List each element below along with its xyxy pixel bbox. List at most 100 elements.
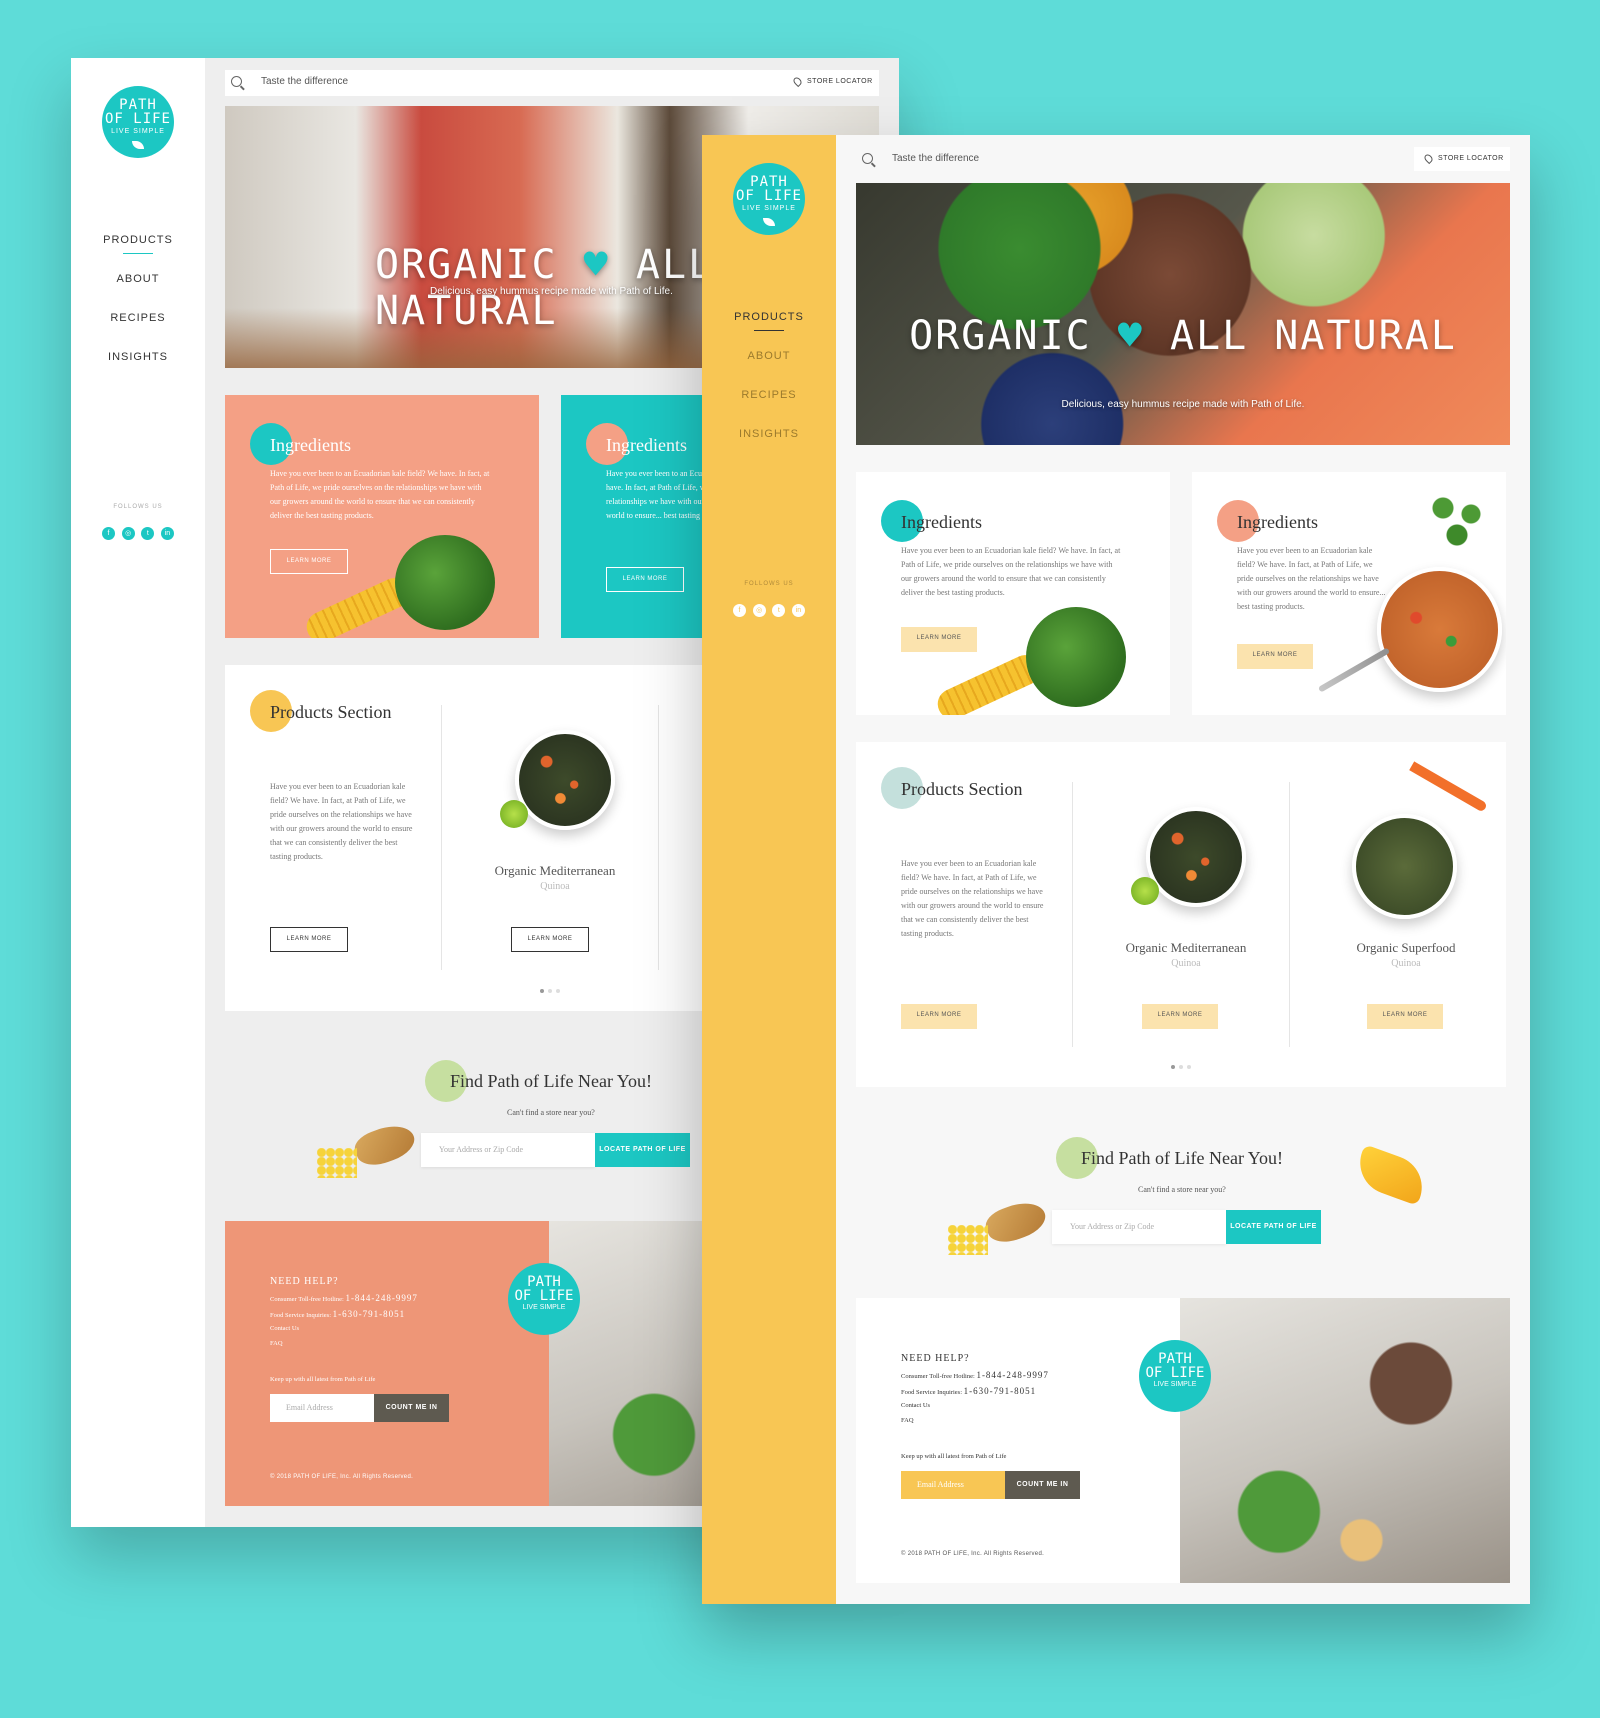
instagram-icon[interactable]: ◎	[121, 527, 135, 540]
learn-more-button[interactable]: LEARN MORE	[270, 549, 348, 574]
consumer-label: Consumer Toll-free Hotline:	[901, 1373, 975, 1380]
products-text: Have you ever been to an Ecuadorian kale…	[901, 859, 1044, 938]
leaf-icon	[132, 141, 144, 149]
footer-logo[interactable]: PATH OF LIFE LIVE SIMPLE	[508, 1263, 580, 1335]
learn-more-button[interactable]: LEARN MORE	[1237, 644, 1313, 669]
consumer-phone: 1-844-248-9997	[345, 1293, 418, 1303]
products-text: Have you ever been to an Ecuadorian kale…	[270, 782, 413, 861]
pagination[interactable]	[540, 989, 560, 993]
learn-more-button[interactable]: LEARN MORE	[1367, 1004, 1443, 1029]
email-input[interactable]: Email Address	[901, 1471, 1005, 1499]
nav-products[interactable]: PRODUCTS	[702, 308, 836, 347]
food-service: Food Service Inquiries: 1-630-791-8051	[270, 1309, 405, 1319]
map-pin-icon	[1422, 152, 1435, 165]
hero-word1: ORGANIC	[375, 242, 558, 288]
learn-more-button[interactable]: LEARN MORE	[1142, 1004, 1218, 1029]
logo-line1: PATH	[750, 174, 788, 190]
search-icon[interactable]	[231, 76, 242, 87]
top-bar: Taste the difference STORE LOCATOR	[856, 147, 1510, 173]
need-help-title: NEED HELP?	[270, 1276, 339, 1287]
twitter-icon[interactable]: t	[141, 527, 155, 540]
map-pin-icon	[791, 75, 804, 88]
search-input[interactable]: Taste the difference	[892, 153, 979, 164]
heart-icon: ♥	[1117, 313, 1144, 359]
store-locator-button[interactable]: STORE LOCATOR	[783, 70, 879, 94]
nav-recipes[interactable]: RECIPES	[702, 386, 836, 425]
logo-line1: PATH	[1158, 1351, 1192, 1367]
ingredients-card: Ingredients Have you ever been to an Ecu…	[225, 395, 539, 638]
pagination[interactable]	[1171, 1065, 1191, 1069]
email-input[interactable]: Email Address	[270, 1394, 374, 1422]
contact-link[interactable]: Contact Us	[270, 1325, 299, 1332]
search-icon[interactable]	[862, 153, 873, 164]
nav-recipes[interactable]: RECIPES	[71, 309, 205, 348]
linkedin-icon[interactable]: in	[791, 604, 805, 617]
contact-link[interactable]: Contact Us	[901, 1402, 930, 1409]
search-input[interactable]: Taste the difference	[261, 76, 348, 87]
nav-insights[interactable]: INSIGHTS	[71, 348, 205, 387]
consumer-hotline: Consumer Toll-free Hotline: 1-844-248-99…	[901, 1370, 1049, 1380]
learn-more-button[interactable]: LEARN MORE	[901, 1004, 977, 1029]
follow-label: FOLLOWS US	[113, 504, 163, 510]
store-locator-button[interactable]: STORE LOCATOR	[1414, 147, 1510, 171]
consumer-phone: 1-844-248-9997	[976, 1370, 1049, 1380]
twitter-icon[interactable]: t	[772, 604, 786, 617]
ingredients-text: Have you ever been to an Ecuadorian kale…	[901, 546, 1121, 597]
count-me-in-button[interactable]: COUNT ME IN	[1005, 1471, 1080, 1499]
find-title: Find Path of Life Near You!	[450, 1071, 652, 1091]
salad-bowl-image	[1377, 567, 1502, 692]
product-subtitle: Quinoa	[1171, 958, 1201, 969]
address-input[interactable]: Your Address or Zip Code	[421, 1133, 595, 1167]
locate-button[interactable]: LOCATE PATH OF LIFE	[1226, 1210, 1321, 1244]
main-nav: PRODUCTS ABOUT RECIPES INSIGHTS	[702, 308, 836, 464]
divider	[1289, 782, 1290, 1047]
corn-kernels-image	[948, 1225, 988, 1255]
nav-about[interactable]: ABOUT	[71, 270, 205, 309]
lime-image	[1131, 877, 1159, 905]
logo[interactable]: PATH OF LIFE LIVE SIMPLE	[733, 163, 805, 235]
learn-more-button[interactable]: LEARN MORE	[511, 927, 589, 952]
logo-line3: LIVE SIMPLE	[742, 205, 796, 212]
nav-insights[interactable]: INSIGHTS	[702, 425, 836, 464]
learn-more-button[interactable]: LEARN MORE	[901, 627, 977, 652]
food-service: Food Service Inquiries: 1-630-791-8051	[901, 1386, 1036, 1396]
product-name: Organic Mediterranean	[1125, 940, 1247, 955]
store-locator-label: STORE LOCATOR	[807, 78, 873, 85]
instagram-icon[interactable]: ◎	[752, 604, 766, 617]
product-subtitle: Quinoa	[540, 881, 570, 892]
product-image	[1352, 814, 1457, 919]
top-bar: Taste the difference STORE LOCATOR	[225, 70, 879, 96]
kale-image	[1026, 607, 1126, 707]
footer-logo[interactable]: PATH OF LIFE LIVE SIMPLE	[1139, 1340, 1211, 1412]
footer: NEED HELP? Consumer Toll-free Hotline: 1…	[856, 1298, 1510, 1583]
faq-link[interactable]: FAQ	[270, 1340, 283, 1347]
facebook-icon[interactable]: f	[102, 527, 115, 540]
main-nav: PRODUCTS ABOUT RECIPES INSIGHTS	[71, 231, 205, 387]
faq-link[interactable]: FAQ	[901, 1417, 914, 1424]
logo-line3: LIVE SIMPLE	[111, 128, 165, 135]
linkedin-icon[interactable]: in	[160, 527, 174, 540]
logo-line2: OF LIFE	[514, 1288, 574, 1304]
logo-line2: OF LIFE	[735, 188, 802, 204]
locate-button[interactable]: LOCATE PATH OF LIFE	[595, 1133, 690, 1167]
front-mockup: PATH OF LIFE LIVE SIMPLE PRODUCTS ABOUT …	[702, 135, 1530, 1604]
find-section: Find Path of Life Near You! Can't find a…	[836, 1125, 1530, 1285]
address-input[interactable]: Your Address or Zip Code	[1052, 1210, 1226, 1244]
nav-about[interactable]: ABOUT	[702, 347, 836, 386]
logo[interactable]: PATH OF LIFE LIVE SIMPLE	[102, 86, 174, 158]
nav-products[interactable]: PRODUCTS	[71, 231, 205, 270]
keep-up-text: Keep up with all latest from Path of Lif…	[270, 1376, 376, 1383]
learn-more-button[interactable]: LEARN MORE	[270, 927, 348, 952]
lime-image	[500, 800, 528, 828]
ingredients-title: Ingredients	[606, 435, 687, 455]
products-section: Products Section Have you ever been to a…	[856, 742, 1506, 1087]
facebook-icon[interactable]: f	[733, 604, 746, 617]
mango-image	[1351, 1144, 1431, 1206]
food-label: Food Service Inquiries:	[901, 1389, 963, 1396]
kale-image	[395, 535, 495, 630]
herb-image	[1422, 490, 1492, 550]
count-me-in-button[interactable]: COUNT ME IN	[374, 1394, 449, 1422]
main-content: Taste the difference STORE LOCATOR ORGAN…	[836, 135, 1530, 1604]
learn-more-button[interactable]: LEARN MORE	[606, 567, 684, 592]
hero-title: ORGANIC ♥ ALL NATURAL	[856, 313, 1510, 359]
